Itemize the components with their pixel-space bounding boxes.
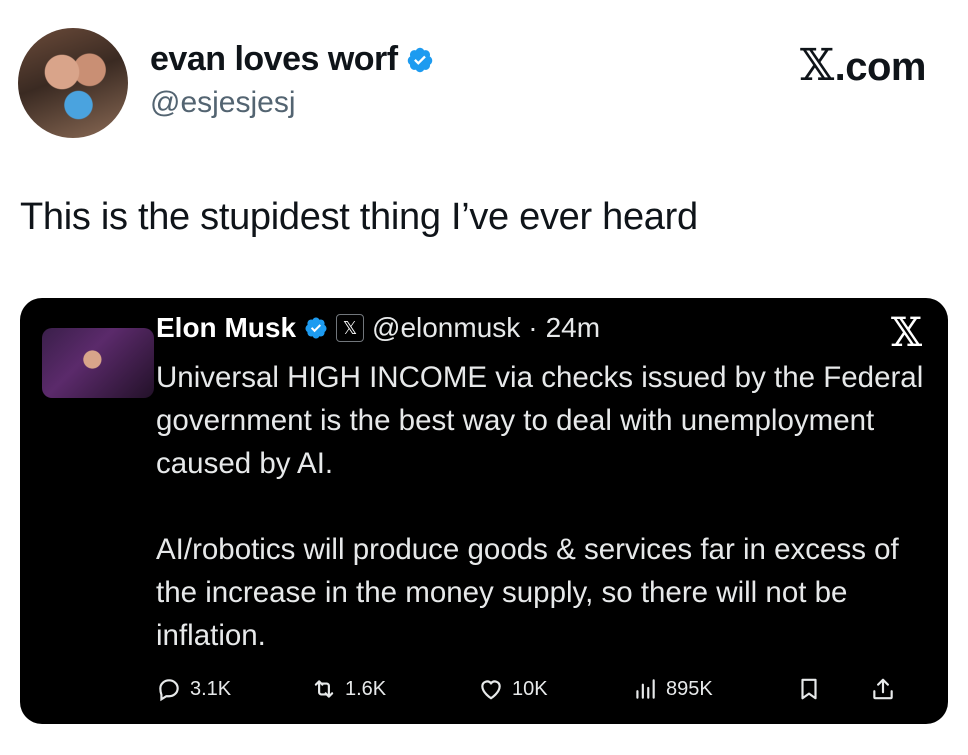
quoted-header: Elon Musk 𝕏 @elonmusk · 24m xyxy=(156,312,600,344)
quoted-timestamp[interactable]: 24m xyxy=(546,312,600,344)
author-name[interactable]: evan loves worf xyxy=(150,40,398,79)
quoted-paragraph: AI/robotics will produce goods & service… xyxy=(156,533,899,652)
site-logo-text: .com xyxy=(834,45,927,89)
bookmark-button[interactable] xyxy=(796,676,822,702)
reply-icon xyxy=(159,679,179,702)
quoted-author-handle[interactable]: @elonmusk xyxy=(372,312,520,344)
x-logo-icon: 𝕏 xyxy=(800,40,834,91)
quoted-author-name[interactable]: Elon Musk xyxy=(156,312,296,344)
quoted-tweet-card[interactable]: Elon Musk 𝕏 @elonmusk · 24m 𝕏 Universal … xyxy=(20,298,948,724)
author-handle[interactable]: @esjesjesj xyxy=(150,86,296,120)
reply-count: 3.1K xyxy=(190,677,232,700)
affiliation-badge-icon: 𝕏 xyxy=(336,314,365,342)
share-button[interactable] xyxy=(870,676,896,702)
action-bar: 3.1K 1.6K 10K 895K xyxy=(156,672,926,706)
author-avatar[interactable] xyxy=(18,28,128,138)
verified-badge-icon xyxy=(407,47,432,72)
quoted-tweet-body: Universal HIGH INCOME via checks issued … xyxy=(156,356,926,657)
like-count: 10K xyxy=(512,677,548,700)
reply-button[interactable]: 3.1K xyxy=(156,676,231,702)
quoted-author-avatar[interactable] xyxy=(42,328,154,398)
x-logo-icon: 𝕏 xyxy=(890,310,922,356)
author-name-row: evan loves worf xyxy=(150,40,434,79)
quoted-paragraph: Universal HIGH INCOME via checks issued … xyxy=(156,361,924,480)
tweet-text: This is the stupidest thing I’ve ever he… xyxy=(20,196,698,238)
verified-badge-icon xyxy=(305,317,327,339)
repost-icon xyxy=(314,680,334,698)
header-separator: · xyxy=(528,312,538,343)
views-count: 895K xyxy=(666,677,713,700)
analytics-icon xyxy=(636,679,655,699)
repost-button[interactable]: 1.6K xyxy=(311,676,386,702)
bookmark-icon xyxy=(801,678,817,700)
share-icon xyxy=(873,678,893,700)
site-logo: 𝕏 .com xyxy=(800,40,927,91)
repost-count: 1.6K xyxy=(345,677,387,700)
heart-icon xyxy=(481,680,501,700)
views-button[interactable]: 895K xyxy=(632,676,713,702)
like-button[interactable]: 10K xyxy=(478,676,548,702)
